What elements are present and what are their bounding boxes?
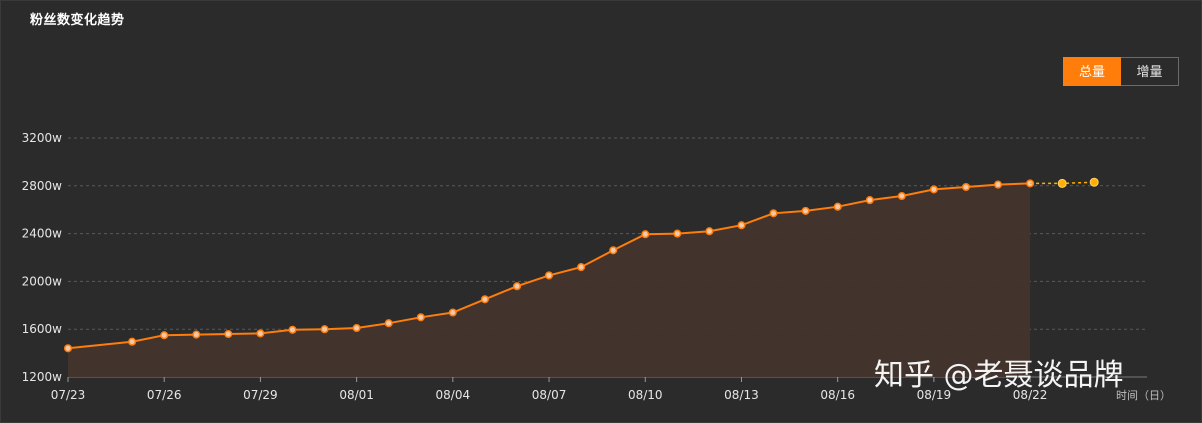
y-tick-label: 3200w [22, 131, 63, 145]
data-point [416, 313, 425, 322]
series-area [68, 183, 1031, 377]
data-point [769, 209, 778, 218]
forecast-point [1057, 178, 1067, 188]
data-point [929, 185, 938, 194]
y-tick-label: 1200w [22, 370, 63, 384]
y-tick-label: 2800w [22, 179, 63, 193]
data-point [480, 295, 489, 304]
data-point [544, 271, 554, 280]
data-point [192, 330, 201, 339]
data-point [993, 180, 1003, 189]
data-point [288, 325, 297, 334]
x-tick-label: 07/29 [243, 388, 278, 402]
x-tick-label: 08/10 [628, 388, 663, 402]
data-point [737, 221, 746, 230]
data-point [448, 308, 457, 317]
x-tick-label: 08/16 [820, 388, 855, 402]
data-point [352, 323, 361, 333]
y-tick-label: 2400w [22, 227, 63, 241]
data-point [801, 206, 810, 215]
data-point [320, 325, 329, 334]
x-tick-label: 08/13 [724, 388, 759, 402]
data-point [128, 337, 137, 346]
x-tick-label: 07/26 [147, 388, 182, 402]
data-point [961, 182, 971, 192]
data-point [609, 246, 618, 255]
y-tick-label: 2000w [22, 274, 63, 288]
data-point [865, 196, 874, 205]
data-point [256, 329, 265, 338]
data-point [512, 282, 522, 291]
y-tick-label: 1600w [22, 322, 63, 336]
data-point [705, 227, 714, 236]
data-point [897, 191, 906, 201]
data-point [160, 331, 169, 340]
x-tick-label: 08/04 [436, 388, 471, 402]
data-point [673, 229, 682, 238]
forecast-point [1089, 177, 1099, 187]
x-tick-label: 07/23 [51, 388, 86, 402]
data-point [63, 344, 73, 353]
x-axis-label: 时间（日） [1116, 389, 1171, 402]
data-point [833, 202, 842, 211]
data-point [384, 319, 393, 328]
data-point [224, 329, 233, 339]
watermark: 知乎 @老聂谈品牌 [874, 358, 1124, 393]
data-point [641, 230, 650, 239]
data-point [577, 263, 586, 272]
x-tick-label: 08/07 [532, 388, 567, 402]
x-tick-label: 08/01 [339, 388, 374, 402]
